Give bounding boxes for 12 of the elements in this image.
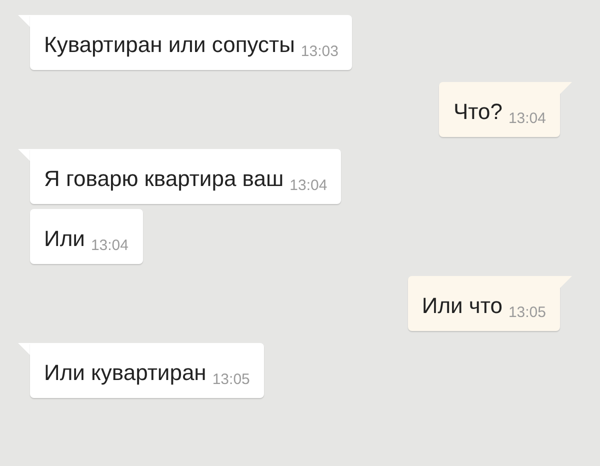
message-time: 13:04 [508,111,546,126]
message-text: Я говарю квартира ваш [44,168,284,190]
message-text: Кувартиран или сопусты [44,34,295,56]
message-time: 13:03 [300,44,338,59]
message-text: Или [44,228,85,250]
message-time: 13:04 [90,238,128,253]
message-time: 13:04 [290,178,328,193]
message-text: Или кувартиран [44,362,206,384]
message-time: 13:05 [508,305,546,320]
message-text: Или что [422,295,502,317]
message-text: Что? [453,101,502,123]
message-time: 13:05 [212,372,250,387]
